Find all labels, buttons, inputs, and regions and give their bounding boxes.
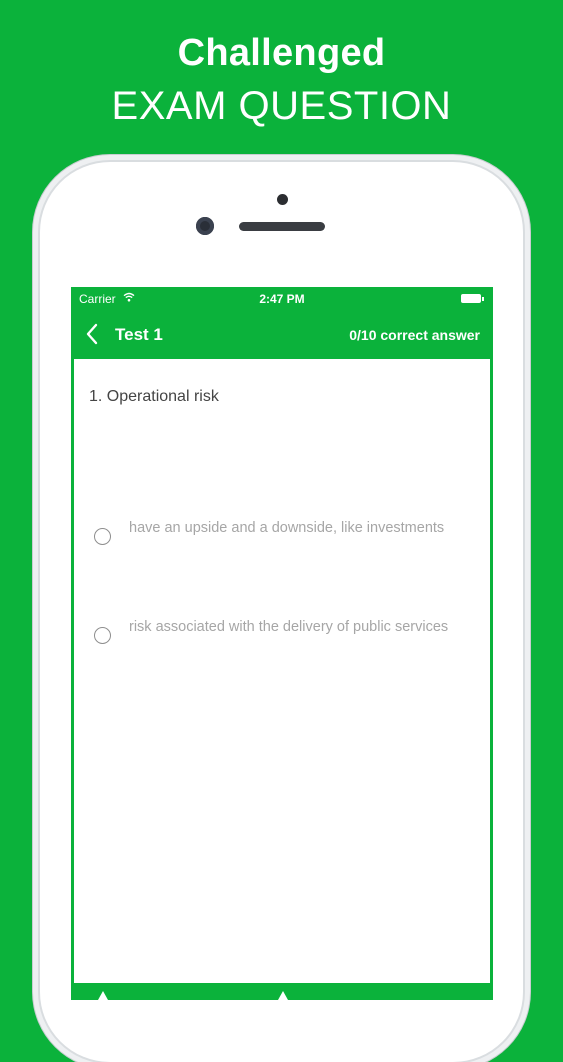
- page-title: Test 1: [115, 325, 163, 344]
- radio-icon[interactable]: [94, 627, 111, 644]
- question-panel: 1. Operational risk have an upside and a…: [74, 359, 490, 983]
- front-sensor: [277, 194, 288, 205]
- toolbar-left-icon[interactable]: [98, 991, 108, 1000]
- battery-icon: [461, 294, 484, 303]
- question-text: 1. Operational risk: [89, 388, 219, 405]
- promo-headline-line2: EXAM QUESTION: [111, 84, 452, 128]
- navigation-bar: Test 1 0/10 correct answer: [71, 309, 493, 359]
- answer-option-label: have an upside and a downside, like inve…: [129, 520, 445, 536]
- back-chevron-icon[interactable]: [83, 322, 103, 346]
- status-time: 2:47 PM: [259, 292, 305, 306]
- radio-icon[interactable]: [94, 528, 111, 545]
- promo-headline-line1: Challenged: [177, 32, 386, 74]
- score-label: 0/10 correct answer: [349, 327, 480, 343]
- camera-icon: [196, 217, 214, 235]
- answer-option-label: risk associated with the delivery of pub…: [129, 619, 449, 635]
- status-bar: Carrier 2:47 PM: [71, 287, 493, 309]
- bottom-toolbar: [74, 983, 490, 1000]
- toolbar-center-icon[interactable]: [278, 991, 288, 1000]
- earpiece-speaker: [239, 222, 325, 231]
- app-screen: Carrier 2:47 PM Test 1 0/10 correct answ…: [71, 287, 493, 1000]
